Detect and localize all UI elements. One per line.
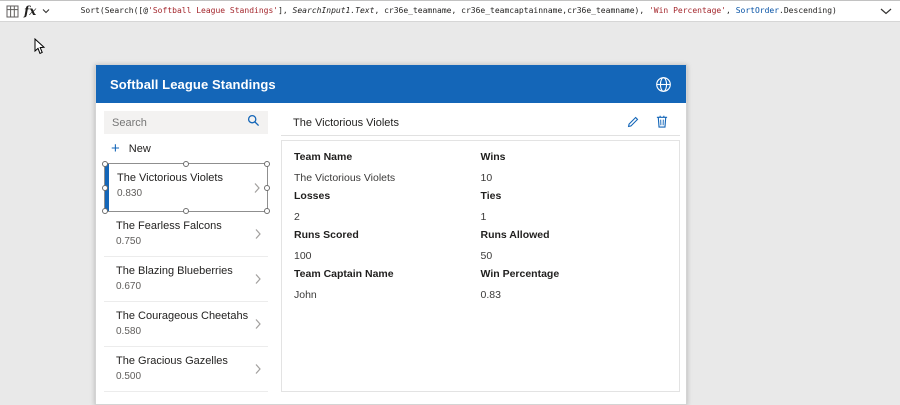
formula-segment-identifier: SearchInput1.Text [293,6,375,15]
selection-handle[interactable] [102,161,108,167]
form-field: Team Captain Name John [294,268,481,307]
team-win-pct: 0.830 [117,188,247,199]
property-type-icon [6,5,19,18]
new-button-label: New [129,143,151,155]
team-list: The Victorious Violets 0.830 The Fearles… [104,163,268,392]
edit-pencil-icon[interactable] [627,115,640,131]
field-value: John [294,289,481,301]
field-label: Win Percentage [481,268,668,280]
formula-segment: [@ [138,6,148,15]
field-label: Team Captain Name [294,268,481,280]
list-item-team[interactable]: The Courageous Cheetahs 0.580 [104,302,268,347]
field-value: The Victorious Violets [294,172,481,184]
selection-handle[interactable] [102,208,108,214]
formula-expand-chevron-icon[interactable] [880,8,892,15]
field-label: Team Name [294,151,481,163]
team-win-pct: 0.580 [116,326,248,337]
chevron-right-icon [255,274,261,285]
form-field: Team Name The Victorious Violets [294,151,481,190]
delete-trash-icon[interactable] [656,115,668,131]
app-body: Search + New [96,103,686,404]
formula-segment-string: 'Softball League Standings' [148,6,278,15]
detail-title: The Victorious Violets [293,117,399,129]
form-field: Runs Scored 100 [294,229,481,268]
field-value: 1 [481,211,668,223]
chevron-right-icon [255,229,261,240]
form-field: Win Percentage 0.83 [481,268,668,307]
field-value: 2 [294,211,481,223]
field-label: Wins [481,151,668,163]
form-field: Runs Allowed 50 [481,229,668,268]
mouse-cursor [34,38,46,60]
search-icon [247,114,260,132]
chevron-right-icon [255,364,261,375]
selection-handle[interactable] [183,161,189,167]
detail-form: Team Name The Victorious Violets Wins 10… [281,140,680,392]
formula-segment: .Descending) [779,6,837,15]
team-name: The Victorious Violets [117,172,247,184]
search-input[interactable]: Search [104,111,268,134]
list-item-team[interactable]: The Fearless Falcons 0.750 [104,212,268,257]
detail-header: The Victorious Violets [281,110,680,136]
canvas-workspace: Softball League Standings Search + New [0,23,900,405]
form-field: Ties 1 [481,190,668,229]
selection-handle[interactable] [183,208,189,214]
app-screen: Softball League Standings Search + New [95,64,687,405]
search-placeholder: Search [112,117,247,129]
team-win-pct: 0.500 [116,371,248,382]
formula-segment: , cr36e_teamname, cr36e_teamcaptainname,… [374,6,649,15]
field-value: 50 [481,250,668,262]
list-item-team[interactable]: The Blazing Blueberries 0.670 [104,257,268,302]
team-name: The Gracious Gazelles [116,355,248,367]
field-label: Ties [481,190,668,202]
formula-bar: fx Sort(Search([@'Softball League Standi… [0,0,900,22]
formula-segment-enum: SortOrder [736,6,779,15]
team-name: The Fearless Falcons [116,220,248,232]
globe-icon[interactable] [655,76,672,93]
formula-segment: ], [278,6,292,15]
plus-icon: + [111,144,120,154]
field-label: Losses [294,190,481,202]
team-name: The Blazing Blueberries [116,265,248,277]
list-item-team[interactable]: The Gracious Gazelles 0.500 [104,347,268,392]
formula-segment: Sort( [81,6,105,15]
team-win-pct: 0.670 [116,281,248,292]
formula-segment: , [726,6,736,15]
field-label: Runs Scored [294,229,481,241]
field-value: 0.83 [481,289,668,301]
team-win-pct: 0.750 [116,236,248,247]
selection-handle[interactable] [102,185,108,191]
fx-label: fx [24,5,36,17]
app-title: Softball League Standings [110,77,276,92]
form-field: Losses 2 [294,190,481,229]
field-value: 10 [481,172,668,184]
selection-handle[interactable] [264,161,270,167]
formula-segment: Search( [105,6,139,15]
list-item-team[interactable]: The Victorious Violets 0.830 [104,163,268,212]
selection-handle[interactable] [264,208,270,214]
selection-handle[interactable] [264,185,270,191]
new-button[interactable]: + New [104,134,268,162]
field-value: 100 [294,250,481,262]
gallery-panel: Search + New [104,111,268,392]
app-header: Softball League Standings [96,65,686,103]
form-field: Wins 10 [481,151,668,190]
fields-grid: Team Name The Victorious Violets Wins 10… [294,151,667,307]
detail-actions [627,115,668,131]
formula-segment-string: 'Win Percentage' [649,6,726,15]
team-name: The Courageous Cheetahs [116,310,248,322]
fx-dropdown-chevron-icon[interactable] [42,8,50,14]
chevron-right-icon [254,182,260,193]
chevron-right-icon [255,319,261,330]
field-label: Runs Allowed [481,229,668,241]
